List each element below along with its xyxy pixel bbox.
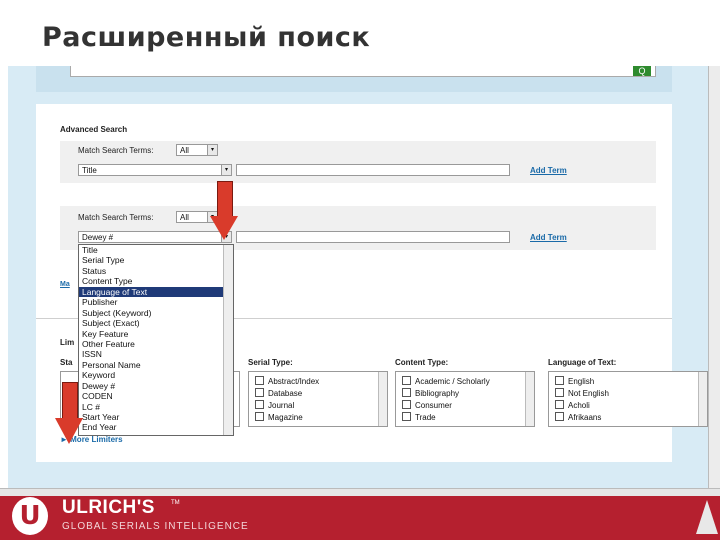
dropdown-option[interactable]: LC #: [79, 402, 233, 412]
dropdown-scrollbar[interactable]: [223, 245, 233, 435]
dropdown-option[interactable]: Other Feature: [79, 339, 233, 349]
checkbox-afrikaans[interactable]: Afrikaans: [549, 412, 707, 424]
dropdown-option[interactable]: Serial Type: [79, 255, 233, 265]
dropdown-option[interactable]: Start Year: [79, 412, 233, 422]
match-terms-select-1[interactable]: All ▾: [176, 144, 218, 156]
content-type-heading: Content Type:: [395, 358, 449, 367]
match-terms-label-2: Match Search Terms:: [78, 213, 154, 222]
checkbox-consumer[interactable]: Consumer: [396, 400, 534, 412]
status-heading-partial: Sta: [60, 358, 73, 367]
field-select-2[interactable]: Dewey # ▾: [78, 231, 232, 243]
term-input-2[interactable]: [236, 231, 510, 243]
checkbox-abstract-index[interactable]: Abstract/Index: [249, 376, 387, 388]
checkbox-magazine[interactable]: Magazine: [249, 412, 387, 424]
dropdown-option[interactable]: Content Type: [79, 276, 233, 286]
brand-tagline: GLOBAL SERIALS INTELLIGENCE: [62, 521, 249, 532]
dropdown-option[interactable]: ISSN: [79, 349, 233, 359]
logo-letter: U: [19, 501, 41, 531]
search-go-button[interactable]: Q: [633, 66, 651, 76]
field-select-1[interactable]: Title ▾: [78, 164, 232, 176]
dropdown-option[interactable]: Language of Text: [79, 286, 233, 298]
content-type-listbox[interactable]: Academic / Scholarly Bibliography Consum…: [395, 371, 535, 427]
red-arrow-2-icon: [55, 418, 83, 444]
dropdown-option[interactable]: CODEN: [79, 391, 233, 401]
add-term-link-1[interactable]: Add Term: [530, 166, 567, 175]
chevron-down-icon: ▾: [207, 145, 217, 155]
trademark: TM: [171, 500, 180, 506]
scrollbar[interactable]: [698, 372, 707, 426]
checkbox-journal[interactable]: Journal: [249, 400, 387, 412]
dropdown-option[interactable]: Key Feature: [79, 329, 233, 339]
serial-type-listbox[interactable]: Abstract/Index Database Journal Magazine: [248, 371, 388, 427]
term-input-1[interactable]: [236, 164, 510, 176]
dropdown-option[interactable]: Personal Name: [79, 360, 233, 370]
checkbox-academic[interactable]: Academic / Scholarly: [396, 376, 534, 388]
checkbox-acholi[interactable]: Acholi: [549, 400, 707, 412]
checkbox-bibliography[interactable]: Bibliography: [396, 388, 534, 400]
serial-type-heading: Serial Type:: [248, 358, 293, 367]
red-arrow-1-shaft: [217, 181, 233, 217]
vertical-scrollbar[interactable]: [708, 66, 720, 488]
chevron-down-icon: ▾: [221, 165, 231, 175]
dropdown-option[interactable]: End Year: [79, 422, 233, 432]
red-arrow-1-icon: [210, 216, 238, 240]
limiters-heading-partial: Lim: [60, 338, 75, 347]
dropdown-option[interactable]: Title: [79, 245, 233, 255]
page-title: Расширенный поиск: [42, 22, 371, 53]
advanced-search-heading: Advanced Search: [60, 125, 128, 134]
dropdown-option[interactable]: Keyword: [79, 370, 233, 380]
checkbox-database[interactable]: Database: [249, 388, 387, 400]
match-terms-label-1: Match Search Terms:: [78, 146, 154, 155]
top-search-input[interactable]: [70, 66, 656, 77]
scrollbar[interactable]: [525, 372, 534, 426]
language-listbox[interactable]: English Not English Acholi Afrikaans: [548, 371, 708, 427]
add-term-link-2[interactable]: Add Term: [530, 233, 567, 242]
field-dropdown-list[interactable]: Title Serial Type Status Content Type Langua…: [78, 244, 234, 436]
scrollbar[interactable]: [378, 372, 387, 426]
dropdown-option[interactable]: Dewey #: [79, 381, 233, 391]
checkbox-english[interactable]: English: [549, 376, 707, 388]
dropdown-option[interactable]: Subject (Exact): [79, 318, 233, 328]
partial-link[interactable]: Ma: [60, 281, 70, 288]
corner-triangle-icon: [696, 500, 718, 534]
checkbox-not-english[interactable]: Not English: [549, 388, 707, 400]
dropdown-option[interactable]: Subject (Keyword): [79, 308, 233, 318]
language-heading: Language of Text:: [548, 358, 617, 367]
dropdown-option[interactable]: Status: [79, 266, 233, 276]
checkbox-trade[interactable]: Trade: [396, 412, 534, 424]
dropdown-option[interactable]: Publisher: [79, 297, 233, 307]
brand-name: ULRICH'S: [62, 497, 155, 518]
red-arrow-2-shaft: [62, 382, 78, 420]
